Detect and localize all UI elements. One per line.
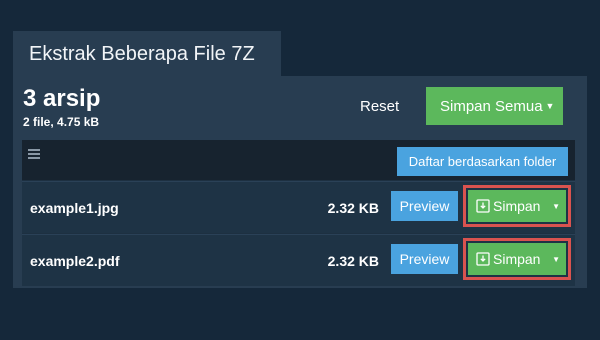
file-name: example2.pdf [30,253,120,269]
save-button-highlight: Simpan ▼ [463,185,571,227]
save-all-label: Simpan Semua [440,97,543,115]
reset-button[interactable]: Reset [360,92,399,120]
file-name: example1.jpg [30,200,119,216]
archive-count: 3 arsip [23,85,101,112]
list-by-folder-button[interactable]: Daftar berdasarkan folder [397,147,568,176]
file-list-header: Daftar berdasarkan folder [22,140,575,180]
caret-down-icon[interactable]: ▼ [552,243,560,275]
preview-button[interactable]: Preview [391,244,458,274]
download-icon [476,199,490,213]
hamburger-icon[interactable] [28,149,40,161]
file-row: example2.pdf 2.32 KB Preview Simpan ▼ [22,234,575,286]
file-size: 2.32 KB [327,253,379,269]
file-size: 2.32 KB [327,200,379,216]
extract-panel: 3 arsip 2 file, 4.75 kB Reset Simpan Sem… [13,76,587,288]
download-icon [476,252,490,266]
save-button-highlight: Simpan ▼ [463,238,571,280]
window-tab-title: Ekstrak Beberapa File 7Z [13,31,281,77]
file-row: example1.jpg 2.32 KB Preview Simpan ▼ [22,181,575,233]
preview-button[interactable]: Preview [391,191,458,221]
save-all-button[interactable]: Simpan Semua ▼ [426,87,563,125]
file-list: Daftar berdasarkan folder example1.jpg 2… [22,140,575,286]
save-button-label: Simpan [493,251,541,267]
archive-summary: 2 file, 4.75 kB [23,115,100,129]
save-button[interactable]: Simpan ▼ [468,243,566,275]
caret-down-icon[interactable]: ▼ [537,87,563,125]
save-button[interactable]: Simpan ▼ [468,190,566,222]
save-button-label: Simpan [493,198,541,214]
caret-down-icon[interactable]: ▼ [552,190,560,222]
